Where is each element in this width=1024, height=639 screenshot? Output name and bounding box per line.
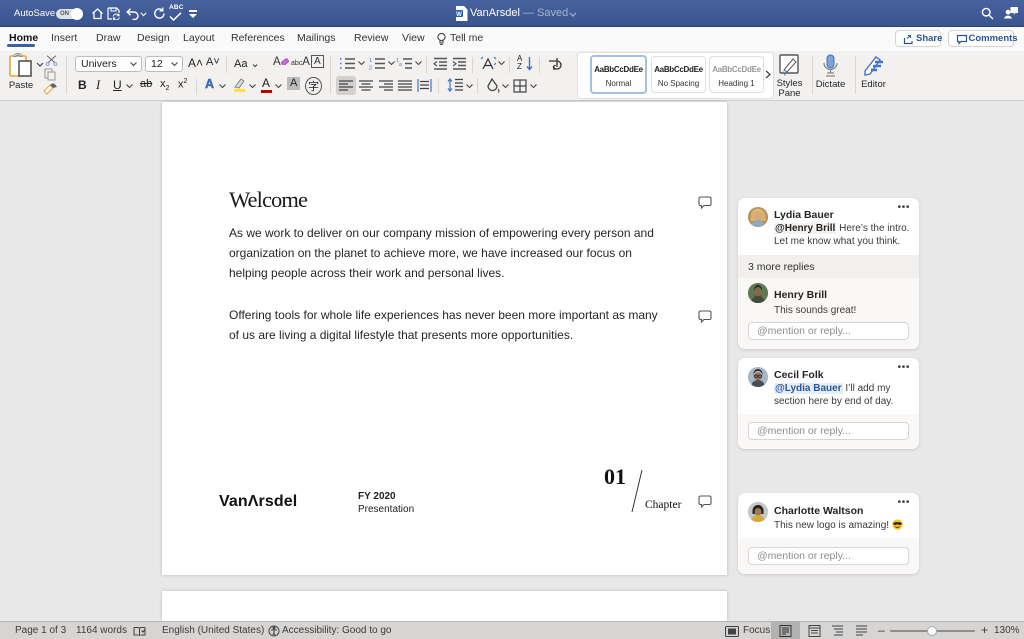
svg-text:1: 1 xyxy=(369,58,372,64)
svg-text:W: W xyxy=(456,12,462,18)
svg-text:2: 2 xyxy=(369,66,372,71)
svg-text:a: a xyxy=(399,62,402,68)
